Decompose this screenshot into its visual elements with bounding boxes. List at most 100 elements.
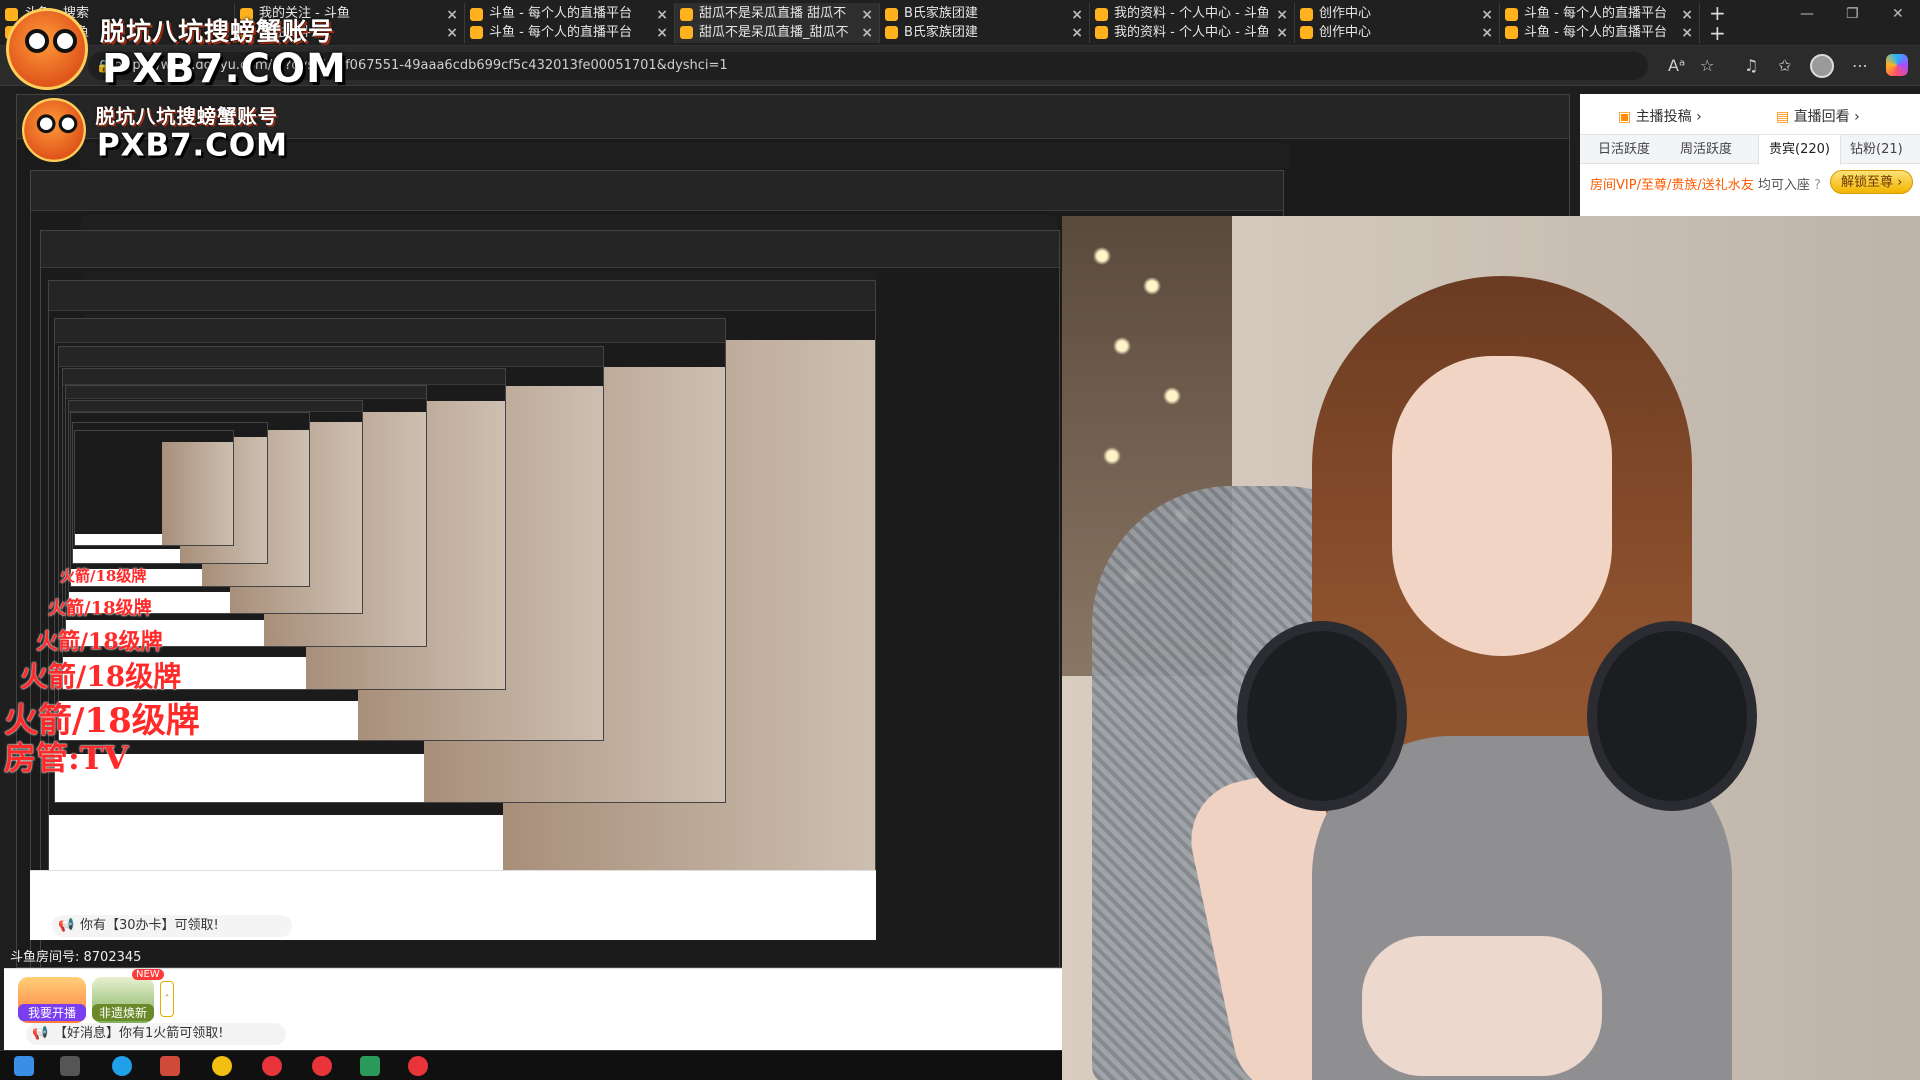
chat-input-area: 我要开播 非遗焕新 NEW ˄ 📢 【好消息】你有1火箭可领取! <box>4 968 1062 1050</box>
tab-title: 斗鱼 - 每个人的直播平台 <box>489 25 632 40</box>
new-tab-button[interactable]: + <box>1709 23 1726 43</box>
tab-close-icon[interactable]: × <box>861 7 873 23</box>
streamer-hands <box>1362 936 1602 1076</box>
watermark-en-text: PXB7.COM <box>102 46 347 92</box>
submit-icon: ▣ <box>1618 109 1636 125</box>
tab-close-icon[interactable]: × <box>861 25 873 41</box>
douyu-favicon-icon <box>680 26 693 39</box>
app-icon[interactable] <box>160 1056 180 1076</box>
system-chat-message: 📢 【好消息】你有1火箭可领取! <box>26 1023 286 1045</box>
maximize-button[interactable]: ❐ <box>1846 6 1859 22</box>
anchor-submit-label: 主播投稿 › <box>1635 109 1702 125</box>
tab-close-icon[interactable]: × <box>1481 25 1493 41</box>
profile-avatar[interactable] <box>1810 54 1834 78</box>
app-icon[interactable] <box>212 1056 232 1076</box>
tab-close-icon[interactable]: × <box>1276 25 1288 41</box>
tab-close-icon[interactable]: × <box>1071 7 1083 23</box>
douyu-favicon-icon <box>1505 26 1518 39</box>
replay-label: 直播回看 › <box>1793 109 1860 125</box>
close-window-button[interactable]: ✕ <box>1892 6 1904 22</box>
tab-close-icon[interactable]: × <box>1481 7 1493 23</box>
read-aloud-icon[interactable]: Aᵃ <box>1668 56 1685 75</box>
app-icon[interactable] <box>262 1056 282 1076</box>
app-icon[interactable] <box>360 1056 380 1076</box>
tab-close-icon[interactable]: × <box>1071 25 1083 41</box>
system-chat-message-text: 【好消息】你有1火箭可领取! <box>54 1026 224 1041</box>
unlock-supreme-button[interactable]: 解锁至尊 › <box>1830 170 1914 194</box>
tab-title: 我的资料 - 个人中心 - 斗鱼 <box>1114 25 1268 40</box>
room-rank-tabs: 日活跃度 周活跃度 贵宾(220) 钻粉(21) <box>1580 134 1920 165</box>
tab-weekly-activity[interactable]: 周活跃度 <box>1680 135 1732 165</box>
rank-label: 火箭/18级牌 <box>20 660 182 693</box>
music-icon[interactable]: ♫ <box>1744 56 1758 75</box>
browser-tab[interactable]: B氏家族团建 B氏家族团建 × × <box>880 3 1090 43</box>
tab-close-icon[interactable]: × <box>1681 25 1693 41</box>
tab-close-icon[interactable]: × <box>656 25 668 41</box>
open-stream-label: 我要开播 <box>18 1004 86 1021</box>
rank-label: 火箭/18级牌 <box>36 629 163 655</box>
browser-tab[interactable]: 我的资料 - 个人中心 - 斗鱼 我的资料 - 个人中心 - 斗鱼 × × <box>1090 3 1295 43</box>
crab-mascot-icon <box>22 98 86 162</box>
collections-icon[interactable]: ✩ <box>1778 56 1791 75</box>
windows-start-icon[interactable] <box>14 1056 34 1076</box>
vip-notice-prefix: 房间VIP/至尊/贵族/送礼水友 <box>1590 178 1754 193</box>
tab-close-icon[interactable]: × <box>446 7 458 23</box>
replay-link[interactable]: ▤ 直播回看 › <box>1776 106 1860 126</box>
horn-icon: 📢 <box>58 918 75 933</box>
vip-seat-notice: 房间VIP/至尊/贵族/送礼水友 均可入座 ? <box>1590 174 1821 193</box>
nested-chat-message: 📢 你有【30办卡】可领取! <box>52 915 292 937</box>
watermark-en-text: PXB7.COM <box>96 127 288 164</box>
tab-close-icon[interactable]: × <box>656 7 668 23</box>
replay-icon: ▤ <box>1776 109 1794 125</box>
browser-tab[interactable]: 斗鱼 - 每个人的直播平台 斗鱼 - 每个人的直播平台 × × <box>1500 3 1700 43</box>
douyu-favicon-icon <box>1300 26 1313 39</box>
douyu-favicon-icon <box>885 26 898 39</box>
tab-title: 斗鱼 - 每个人的直播平台 <box>1524 6 1667 21</box>
douyu-favicon-icon <box>1505 8 1518 21</box>
douyu-favicon-icon <box>1095 8 1108 21</box>
streamer-face <box>1392 356 1612 656</box>
douyu-favicon-icon <box>470 8 483 21</box>
edge-browser-icon[interactable] <box>112 1056 132 1076</box>
tab-title: B氏家族团建 <box>904 25 978 40</box>
tab-title: 甜瓜不是呆瓜直播_甜瓜不 <box>699 25 849 40</box>
browser-tab-active[interactable]: 甜瓜不是呆瓜直播 甜瓜不 甜瓜不是呆瓜直播_甜瓜不 × × <box>675 3 880 43</box>
live-stream-video[interactable] <box>1062 216 1920 1080</box>
browser-tab[interactable]: 斗鱼 - 每个人的直播平台 斗鱼 - 每个人的直播平台 × × <box>465 3 675 43</box>
tab-close-icon[interactable]: × <box>446 25 458 41</box>
search-icon[interactable] <box>60 1056 80 1076</box>
tab-diamond-fans[interactable]: 钻粉(21) <box>1850 135 1903 165</box>
tab-close-icon[interactable]: × <box>1276 7 1288 23</box>
room-id-label: 斗鱼房间号: 8702345 <box>10 950 142 965</box>
heritage-renew-label: 非遗焕新 <box>92 1004 154 1021</box>
new-badge: NEW <box>132 969 164 980</box>
app-icon[interactable] <box>408 1056 428 1076</box>
douyu-favicon-icon <box>885 8 898 21</box>
windows-taskbar <box>0 1050 1062 1080</box>
open-stream-button[interactable]: 我要开播 <box>18 977 86 1023</box>
rank-label: 火箭/18级牌 <box>48 598 152 619</box>
vip-notice-suffix: 均可入座 <box>1757 178 1810 193</box>
more-menu-icon[interactable]: ⋯ <box>1852 56 1868 75</box>
pxb7-watermark-logo: 脱坑八坑搜螃蟹账号 PXB7.COM <box>6 8 346 92</box>
favorite-star-icon[interactable]: ☆ <box>1700 56 1714 75</box>
minimize-button[interactable]: — <box>1800 6 1814 22</box>
new-tab-button[interactable]: + <box>1709 3 1726 23</box>
anchor-submit-link[interactable]: ▣ 主播投稿 › <box>1618 106 1702 126</box>
help-icon[interactable]: ? <box>1814 178 1821 193</box>
crab-mascot-icon <box>6 8 88 90</box>
tab-daily-activity[interactable]: 日活跃度 <box>1598 135 1650 165</box>
horn-icon: 📢 <box>32 1026 49 1041</box>
tab-title: 创作中心 <box>1319 25 1372 40</box>
tab-close-icon[interactable]: × <box>1681 7 1693 23</box>
expand-arrow-button[interactable]: ˄ <box>160 981 174 1017</box>
room-manager-label: 房管:TV <box>4 739 129 777</box>
tab-title: 创作中心 <box>1319 6 1372 21</box>
browser-tab[interactable]: 创作中心 创作中心 × × <box>1295 3 1500 43</box>
nested-chat-message-text: 你有【30办卡】可领取! <box>80 918 219 933</box>
app-icon[interactable] <box>312 1056 332 1076</box>
heritage-renew-button[interactable]: 非遗焕新 <box>92 977 154 1023</box>
tab-vip-guests[interactable]: 贵宾(220) <box>1758 135 1841 165</box>
copilot-icon[interactable] <box>1886 54 1908 76</box>
douyu-favicon-icon <box>680 8 693 21</box>
